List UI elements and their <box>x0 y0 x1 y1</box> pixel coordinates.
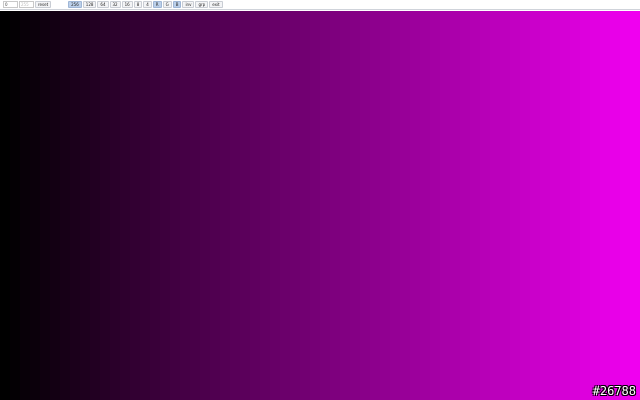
gradient-band <box>240 11 250 400</box>
gradient-band <box>160 11 170 400</box>
blue-channel-toggle[interactable]: B <box>172 1 182 8</box>
gradient-band <box>550 11 560 400</box>
gradient-band <box>280 11 290 400</box>
gradient-band <box>90 11 100 400</box>
levels-64-button[interactable]: 64 <box>97 1 109 8</box>
gradient-band <box>290 11 300 400</box>
gradient-band <box>520 11 530 400</box>
gradient-band <box>560 11 570 400</box>
gradient-band <box>60 11 70 400</box>
gradient-band <box>20 11 30 400</box>
gradient-band <box>70 11 80 400</box>
gradient-band <box>50 11 60 400</box>
gradient-band <box>150 11 160 400</box>
gradient-band <box>440 11 450 400</box>
max-value-input[interactable] <box>19 1 34 8</box>
gradient-band <box>30 11 40 400</box>
levels-8-button[interactable]: 8 <box>133 1 143 8</box>
gradient-band <box>580 11 590 400</box>
gradient-band <box>230 11 240 400</box>
gradient-band <box>430 11 440 400</box>
gradient-band <box>600 11 610 400</box>
gradient-band <box>500 11 510 400</box>
gradient-band <box>130 11 140 400</box>
gradient-band <box>310 11 320 400</box>
gradient-band <box>110 11 120 400</box>
gradient-band <box>630 11 640 400</box>
gradient-band <box>610 11 620 400</box>
gradient-band <box>510 11 520 400</box>
gradient-test-app: reset 256 128 64 32 16 8 4 R G B inv grp… <box>0 0 640 400</box>
gradient-band <box>120 11 130 400</box>
gradient-band <box>570 11 580 400</box>
gradient-band <box>140 11 150 400</box>
gradient-band <box>170 11 180 400</box>
gradient-band <box>450 11 460 400</box>
gradient-band <box>180 11 190 400</box>
levels-32-button[interactable]: 32 <box>109 1 121 8</box>
gradient-band <box>620 11 630 400</box>
gradient-band <box>390 11 400 400</box>
gradient-band <box>100 11 110 400</box>
levels-4-button[interactable]: 4 <box>143 1 152 8</box>
gradient-band <box>200 11 210 400</box>
gradient-band <box>480 11 490 400</box>
gradient-band <box>320 11 330 400</box>
levels-256-button[interactable]: 256 <box>68 1 82 8</box>
gradient-band <box>370 11 380 400</box>
gradient-band <box>590 11 600 400</box>
exit-button[interactable]: exit <box>209 1 223 8</box>
toolbar: reset 256 128 64 32 16 8 4 R G B inv grp… <box>0 0 640 10</box>
gradient-band <box>420 11 430 400</box>
gradient-band <box>410 11 420 400</box>
levels-16-button[interactable]: 16 <box>121 1 133 8</box>
gradient-band <box>80 11 90 400</box>
gradient-band <box>350 11 360 400</box>
gradient-band <box>260 11 270 400</box>
gradient-band <box>10 11 20 400</box>
gradient-band <box>300 11 310 400</box>
frame-id-label: #26788 <box>592 384 636 398</box>
gradient-band <box>270 11 280 400</box>
gradient-band <box>490 11 500 400</box>
gradient-band <box>0 11 10 400</box>
gradient-band <box>470 11 480 400</box>
gradient-band <box>330 11 340 400</box>
min-value-input[interactable] <box>3 1 18 8</box>
red-channel-toggle[interactable]: R <box>152 1 162 8</box>
levels-128-button[interactable]: 128 <box>82 1 97 8</box>
gradient-band <box>220 11 230 400</box>
gradient-band <box>190 11 200 400</box>
gradient-band <box>360 11 370 400</box>
gradient-band <box>40 11 50 400</box>
gradient-band <box>250 11 260 400</box>
invert-button[interactable]: inv <box>182 1 195 8</box>
gradient-canvas <box>0 11 640 400</box>
gradient-band <box>460 11 470 400</box>
group-button[interactable]: grp <box>195 1 209 8</box>
reset-button[interactable]: reset <box>35 1 52 8</box>
gradient-band <box>210 11 220 400</box>
green-channel-toggle[interactable]: G <box>162 1 172 8</box>
gradient-band <box>530 11 540 400</box>
gradient-band <box>340 11 350 400</box>
gradient-band <box>380 11 390 400</box>
gradient-band <box>400 11 410 400</box>
gradient-band <box>540 11 550 400</box>
